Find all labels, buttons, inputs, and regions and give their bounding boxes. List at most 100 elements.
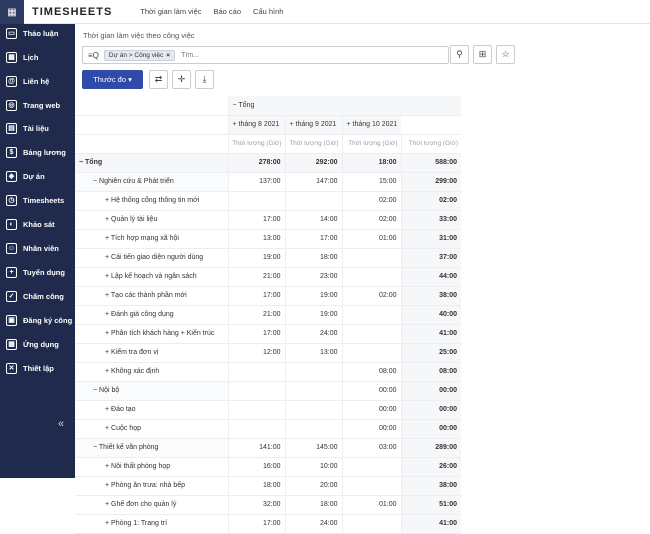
pivot-cell[interactable]: 03:00: [341, 438, 401, 458]
pivot-cell[interactable]: 02:00: [341, 286, 401, 306]
pivot-cell[interactable]: 588:00: [400, 153, 461, 173]
sidebar-item[interactable]: ◷ Timesheets: [0, 189, 75, 211]
pivot-cell[interactable]: 299:00: [400, 172, 461, 192]
pivot-view-icon[interactable]: ⊞: [473, 45, 492, 64]
pivot-cell[interactable]: 147:00: [284, 172, 342, 192]
pivot-cell[interactable]: 01:00: [341, 229, 401, 249]
sidebar-item[interactable]: ✕ Thiết lập: [0, 357, 75, 379]
pivot-cell[interactable]: 41:00: [400, 514, 461, 534]
pivot-cell[interactable]: 01:00: [341, 495, 401, 515]
menu-timesheets[interactable]: Thời gian làm việc: [140, 7, 201, 16]
pivot-cell[interactable]: 18:00: [227, 476, 285, 496]
pivot-header-month[interactable]: + tháng 8 2021: [227, 115, 285, 135]
pivot-cell[interactable]: 20:00: [284, 476, 342, 496]
pivot-row-header[interactable]: − Thiết kế văn phòng: [75, 438, 228, 458]
sidebar-item[interactable]: ◐ Khảo sát: [0, 213, 75, 235]
pivot-cell[interactable]: 00:00: [400, 400, 461, 420]
pivot-cell[interactable]: 00:00: [400, 419, 461, 439]
pivot-cell[interactable]: [341, 248, 401, 268]
menu-configuration[interactable]: Cấu hình: [253, 7, 283, 16]
apps-menu-icon[interactable]: ▦: [0, 0, 24, 24]
sidebar-item[interactable]: ▦ Lịch: [0, 46, 75, 68]
flip-axis-icon[interactable]: ⇄: [149, 70, 168, 89]
pivot-header-month[interactable]: + tháng 9 2021: [284, 115, 342, 135]
pivot-cell[interactable]: 17:00: [227, 210, 285, 230]
search-filter-icon[interactable]: ≡Q: [88, 51, 99, 60]
pivot-cell[interactable]: 33:00: [400, 210, 461, 230]
pivot-cell[interactable]: 02:00: [400, 191, 461, 211]
pivot-cell[interactable]: 02:00: [341, 191, 401, 211]
pivot-cell[interactable]: 137:00: [227, 172, 285, 192]
pivot-cell[interactable]: 18:00: [341, 153, 401, 173]
pivot-cell[interactable]: 41:00: [400, 324, 461, 344]
pivot-cell[interactable]: [227, 362, 285, 382]
pivot-cell[interactable]: 37:00: [400, 248, 461, 268]
pivot-cell[interactable]: 17:00: [227, 286, 285, 306]
pivot-row-header[interactable]: + Ghế đơn cho quản lý: [75, 495, 228, 515]
search-bar[interactable]: ≡Q Dự án > Công việc ×: [82, 46, 449, 64]
pivot-cell[interactable]: [284, 362, 342, 382]
pivot-cell[interactable]: 26:00: [400, 457, 461, 477]
pivot-cell[interactable]: [341, 457, 401, 477]
pivot-cell[interactable]: [341, 476, 401, 496]
pivot-row-header[interactable]: + Hệ thống cổng thông tin mới: [75, 191, 228, 211]
pivot-cell[interactable]: 16:00: [227, 457, 285, 477]
pivot-row-header[interactable]: + Phân tích khách hàng + Kiến trúc: [75, 324, 228, 344]
sidebar-item[interactable]: ◎ Trang web: [0, 94, 75, 116]
pivot-cell[interactable]: [341, 267, 401, 287]
pivot-cell[interactable]: 19:00: [284, 305, 342, 325]
remove-facet-icon[interactable]: ×: [166, 52, 170, 59]
pivot-cell[interactable]: 278:00: [227, 153, 285, 173]
pivot-cell[interactable]: 02:00: [341, 210, 401, 230]
sidebar-item[interactable]: ✓ Chấm công: [0, 285, 75, 307]
pivot-cell[interactable]: 12:00: [227, 343, 285, 363]
pivot-cell[interactable]: [284, 381, 342, 401]
pivot-cell[interactable]: [341, 305, 401, 325]
menu-reports[interactable]: Báo cáo: [214, 7, 242, 16]
pivot-cell[interactable]: [227, 381, 285, 401]
pivot-cell[interactable]: 19:00: [227, 248, 285, 268]
favorite-star-icon[interactable]: ☆: [496, 45, 515, 64]
download-icon[interactable]: ⤓: [195, 70, 214, 89]
search-facet[interactable]: Dự án > Công việc ×: [103, 49, 176, 61]
pivot-cell[interactable]: 00:00: [341, 419, 401, 439]
sidebar-item[interactable]: ▤ Tài liệu: [0, 117, 75, 139]
pivot-cell[interactable]: 25:00: [400, 343, 461, 363]
pivot-cell[interactable]: 51:00: [400, 495, 461, 515]
pivot-cell[interactable]: 145:00: [284, 438, 342, 458]
pivot-row-header[interactable]: + Đào tạo: [75, 400, 228, 420]
sidebar-item[interactable]: + Tuyển dụng: [0, 261, 75, 283]
pivot-cell[interactable]: 10:00: [284, 457, 342, 477]
pivot-cell[interactable]: 21:00: [227, 305, 285, 325]
pivot-cell[interactable]: 14:00: [284, 210, 342, 230]
pivot-cell[interactable]: 08:00: [341, 362, 401, 382]
pivot-cell[interactable]: 31:00: [400, 229, 461, 249]
sidebar-item[interactable]: ▦ Ứng dụng: [0, 333, 75, 355]
pivot-cell[interactable]: [284, 191, 342, 211]
app-title[interactable]: TIMESHEETS: [32, 6, 112, 18]
pivot-cell[interactable]: 15:00: [341, 172, 401, 192]
pivot-row-header[interactable]: + Phòng 1: Trang trí: [75, 514, 228, 534]
pivot-cell[interactable]: 08:00: [400, 362, 461, 382]
pivot-cell[interactable]: 289:00: [400, 438, 461, 458]
pivot-cell[interactable]: [227, 419, 285, 439]
pivot-cell[interactable]: 23:00: [284, 267, 342, 287]
pivot-cell[interactable]: 18:00: [284, 495, 342, 515]
pivot-row-header[interactable]: + Tích hợp mạng xã hội: [75, 229, 228, 249]
pivot-cell[interactable]: [227, 400, 285, 420]
sidebar-item[interactable]: $ Bảng lương: [0, 141, 75, 163]
pivot-row-header[interactable]: + Kiểm tra đơn vị: [75, 343, 228, 363]
pivot-cell[interactable]: 00:00: [400, 381, 461, 401]
pivot-cell[interactable]: 21:00: [227, 267, 285, 287]
search-input[interactable]: [181, 51, 362, 59]
pivot-cell[interactable]: 38:00: [400, 286, 461, 306]
pivot-cell[interactable]: 44:00: [400, 267, 461, 287]
pivot-cell[interactable]: 13:00: [227, 229, 285, 249]
expand-all-icon[interactable]: ✛: [172, 70, 191, 89]
pivot-row-header[interactable]: − Nghiên cứu & Phát triển: [75, 172, 228, 192]
sidebar-collapse-icon[interactable]: «: [58, 418, 64, 430]
pivot-header-month[interactable]: + tháng 10 2021: [341, 115, 401, 135]
pivot-cell[interactable]: 17:00: [284, 229, 342, 249]
pivot-row-header[interactable]: + Đánh giá công dụng: [75, 305, 228, 325]
pivot-header-total[interactable]: − Tổng: [227, 96, 461, 116]
